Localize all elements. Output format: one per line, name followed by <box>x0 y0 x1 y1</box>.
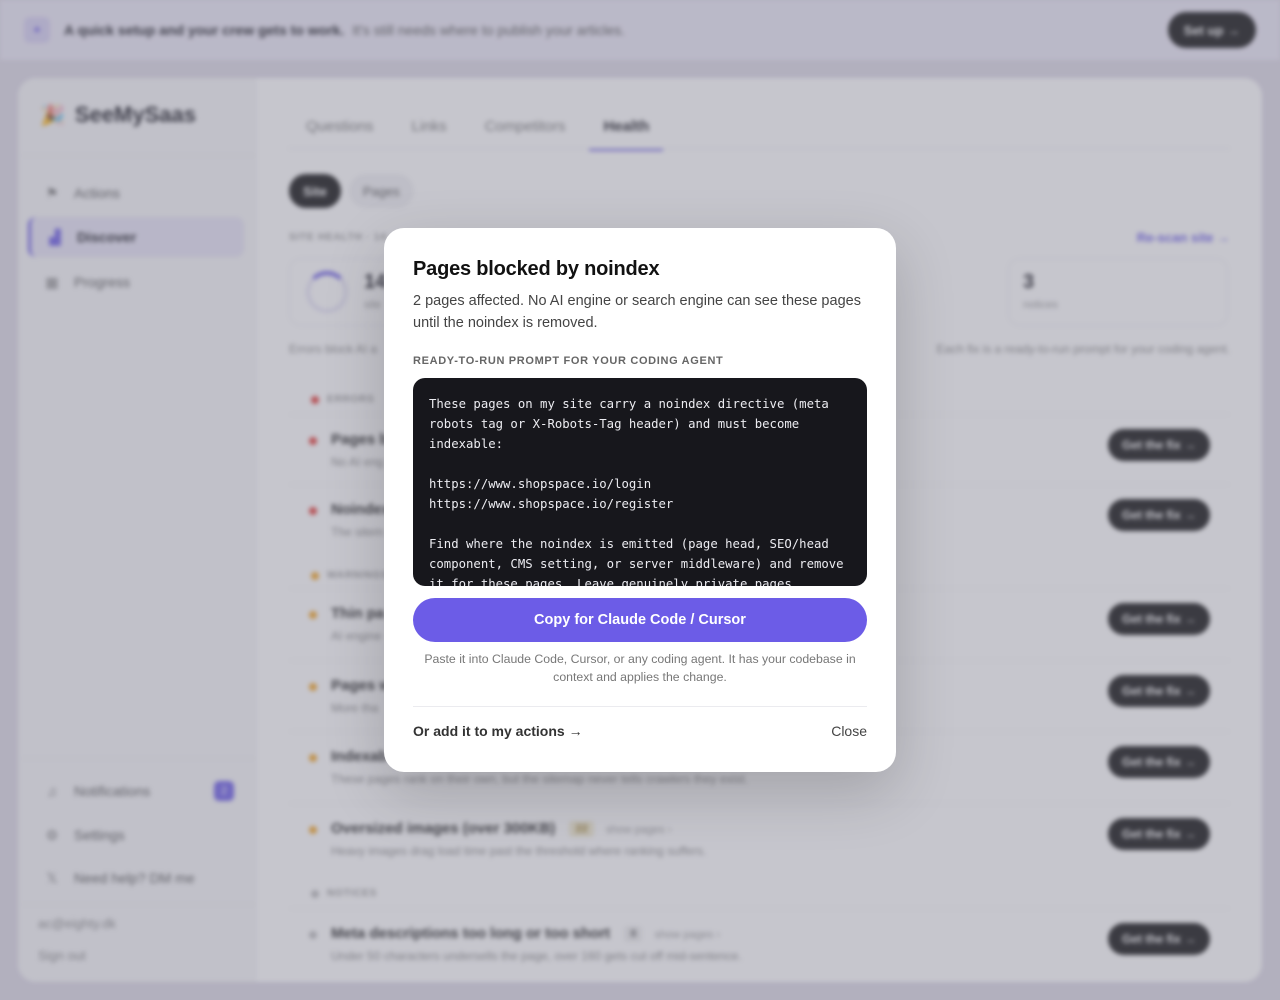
modal-title: Pages blocked by noindex <box>413 258 660 280</box>
close-button[interactable]: Close <box>831 723 867 739</box>
fix-modal: Pages blocked by noindex 2 pages affecte… <box>384 228 896 772</box>
add-to-actions-link[interactable]: Or add it to my actions → <box>413 723 583 739</box>
copy-hint: Paste it into Claude Code, Cursor, or an… <box>424 652 856 684</box>
copy-prompt-button[interactable]: Copy for Claude Code / Cursor <box>413 598 867 642</box>
prompt-text: These pages on my site carry a noindex d… <box>429 397 844 586</box>
prompt-code-block[interactable]: These pages on my site carry a noindex d… <box>413 378 867 586</box>
divider <box>413 706 867 707</box>
prompt-caption: READY-TO-RUN PROMPT FOR YOUR CODING AGEN… <box>413 355 724 367</box>
modal-subtitle: 2 pages affected. No AI engine or search… <box>413 293 861 331</box>
